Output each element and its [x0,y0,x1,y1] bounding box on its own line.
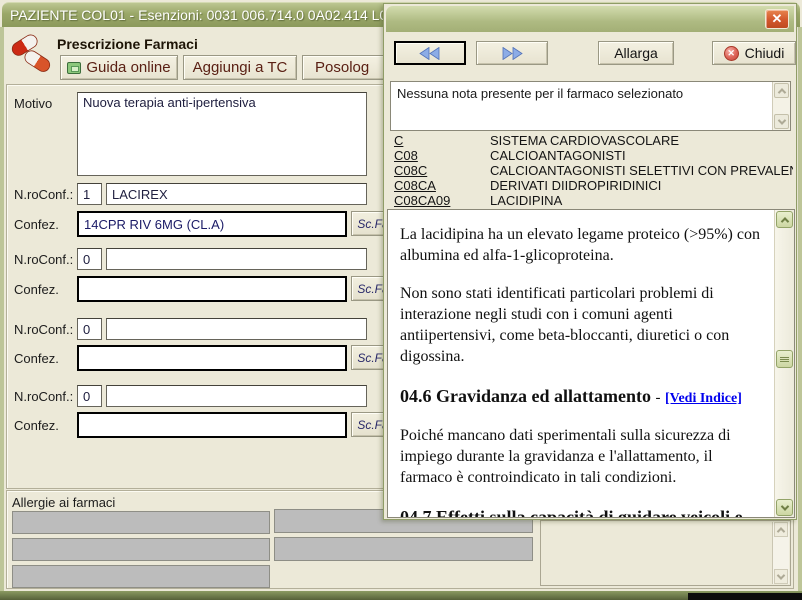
nroconf-label-1: N.roConf.: [14,187,73,202]
nroconf-label-3: N.roConf.: [14,322,73,337]
atc-code-link[interactable]: C08CA [394,178,490,193]
aggiungi-a-tc-button[interactable]: Aggiungi a TC [183,55,297,80]
scroll-down-icon[interactable] [774,114,789,129]
atc-row: C08CALCIOANTAGONISTI [388,148,793,163]
atc-desc: SISTEMA CARDIOVASCOLARE [490,133,679,148]
monograph-text: La lacidipina ha un elevato legame prote… [400,224,760,518]
forward-button[interactable] [476,41,548,65]
allergy-slot-3 [12,565,270,588]
drug-name-input-3[interactable] [106,318,367,340]
window-border-bottom [0,591,802,600]
monograph-section-heading: 04.7 Effetti sulla capacità di guidare v… [400,505,760,518]
confezione-input-2[interactable] [77,276,347,302]
notes-panel-scrollbar[interactable] [772,522,789,584]
farmaco-info-dialog: ✕ Allarga ✕ Chiudi Nessuna nota presente… [383,3,797,520]
monograph-panel[interactable]: La lacidipina ha un elevato legame prote… [387,209,795,518]
atc-code-link[interactable]: C08CA09 [394,193,490,208]
monograph-paragraph: La lacidipina ha un elevato legame prote… [400,224,760,266]
scroll-up-icon[interactable] [774,522,788,537]
atc-code-link[interactable]: C08 [394,148,490,163]
double-left-arrow-icon [418,47,442,60]
monograph-section-heading: 04.6 Gravidanza ed allattamento - [Vedi … [400,384,760,411]
monograph-paragraph: Poiché mancano dati sperimentali sulla s… [400,425,760,488]
nroconf-input-1[interactable] [77,183,102,205]
window-border-right [798,27,802,591]
motivo-label: Motivo [14,96,52,111]
atc-row: C08CADERIVATI DIIDROPIRIDINICI [388,178,793,193]
scroll-down-icon[interactable] [774,569,788,584]
atc-code-link[interactable]: C08C [394,163,490,178]
nroconf-label-2: N.roConf.: [14,252,73,267]
scroll-down-icon[interactable] [776,499,793,516]
scroll-up-icon[interactable] [776,211,793,228]
atc-desc: DERIVATI DIIDROPIRIDINICI [490,178,661,193]
guida-online-button[interactable]: Guida online [60,55,178,80]
atc-row: C08CA09LACIDIPINA [388,193,793,208]
allarga-label: Allarga [614,45,658,61]
allergie-label: Allergie ai farmaci [12,495,115,510]
section-title-text: 04.7 Effetti sulla capacità di guidare v… [400,507,743,518]
window-border-left [0,27,4,591]
atc-row: CSISTEMA CARDIOVASCOLARE [388,133,793,148]
confezione-input-1[interactable] [77,211,347,237]
confez-label-4: Confez. [14,418,59,433]
window-title: PAZIENTE COL01 - Esenzioni: 0031 006.714… [10,7,395,23]
drug-name-input-4[interactable] [106,385,367,407]
nota-textbox[interactable]: Nessuna nota presente per il farmaco sel… [390,81,791,131]
notes-panel[interactable] [540,520,791,586]
drug-name-input-2[interactable] [106,248,367,270]
confez-label-3: Confez. [14,351,59,366]
close-icon[interactable]: ✕ [765,9,789,29]
scroll-up-icon[interactable] [774,83,789,98]
guide-icon [67,62,81,74]
back-button[interactable] [394,41,466,65]
section-title-text: 04.6 Gravidanza ed allattamento [400,386,651,406]
confez-label-2: Confez. [14,282,59,297]
allergy-slot-5 [274,537,533,561]
chiudi-label: Chiudi [745,45,785,61]
close-circle-icon: ✕ [724,46,739,61]
atc-row: C08CCALCIOANTAGONISTI SELETTIVI CON PREV… [388,163,793,178]
nroconf-input-2[interactable] [77,248,102,270]
dash: - [655,390,660,406]
drug-name-input-1[interactable] [106,183,367,205]
nota-scrollbar[interactable] [772,82,790,130]
motivo-textarea[interactable]: Nuova terapia anti-ipertensiva [77,92,367,176]
guida-online-label: Guida online [86,59,170,76]
confezione-input-4[interactable] [77,412,347,438]
allergy-slot-1 [12,511,270,534]
chiudi-button[interactable]: ✕ Chiudi [712,41,796,65]
page-title: Prescrizione Farmaci [57,36,198,52]
dialog-titlebar[interactable] [386,6,794,32]
vedi-indice-link[interactable]: [Vedi Indice] [665,391,742,406]
posologia-label: Posolog [315,59,369,76]
atc-desc: CALCIOANTAGONISTI SELETTIVI CON PREVALEN… [490,163,793,178]
monograph-paragraph: Non sono stati identificati particolari … [400,283,760,367]
confez-label-1: Confez. [14,217,59,232]
monograph-scrollbar[interactable] [774,210,794,517]
atc-desc: CALCIOANTAGONISTI [490,148,626,163]
nroconf-input-4[interactable] [77,385,102,407]
aggiungi-a-tc-label: Aggiungi a TC [193,59,288,76]
atc-desc: LACIDIPINA [490,193,562,208]
double-right-arrow-icon [500,47,524,60]
allarga-button[interactable]: Allarga [598,41,674,65]
nota-text: Nessuna nota presente per il farmaco sel… [397,86,683,101]
window-border-bottom-dark [688,593,802,600]
nroconf-input-3[interactable] [77,318,102,340]
confezione-input-3[interactable] [77,345,347,371]
pills-icon [10,31,52,75]
atc-code-link[interactable]: C [394,133,490,148]
allergy-slot-2 [12,538,270,561]
scrollbar-thumb[interactable] [776,350,793,368]
atc-tree-list: CSISTEMA CARDIOVASCOLARE C08CALCIOANTAGO… [388,133,793,208]
nroconf-label-4: N.roConf.: [14,389,73,404]
